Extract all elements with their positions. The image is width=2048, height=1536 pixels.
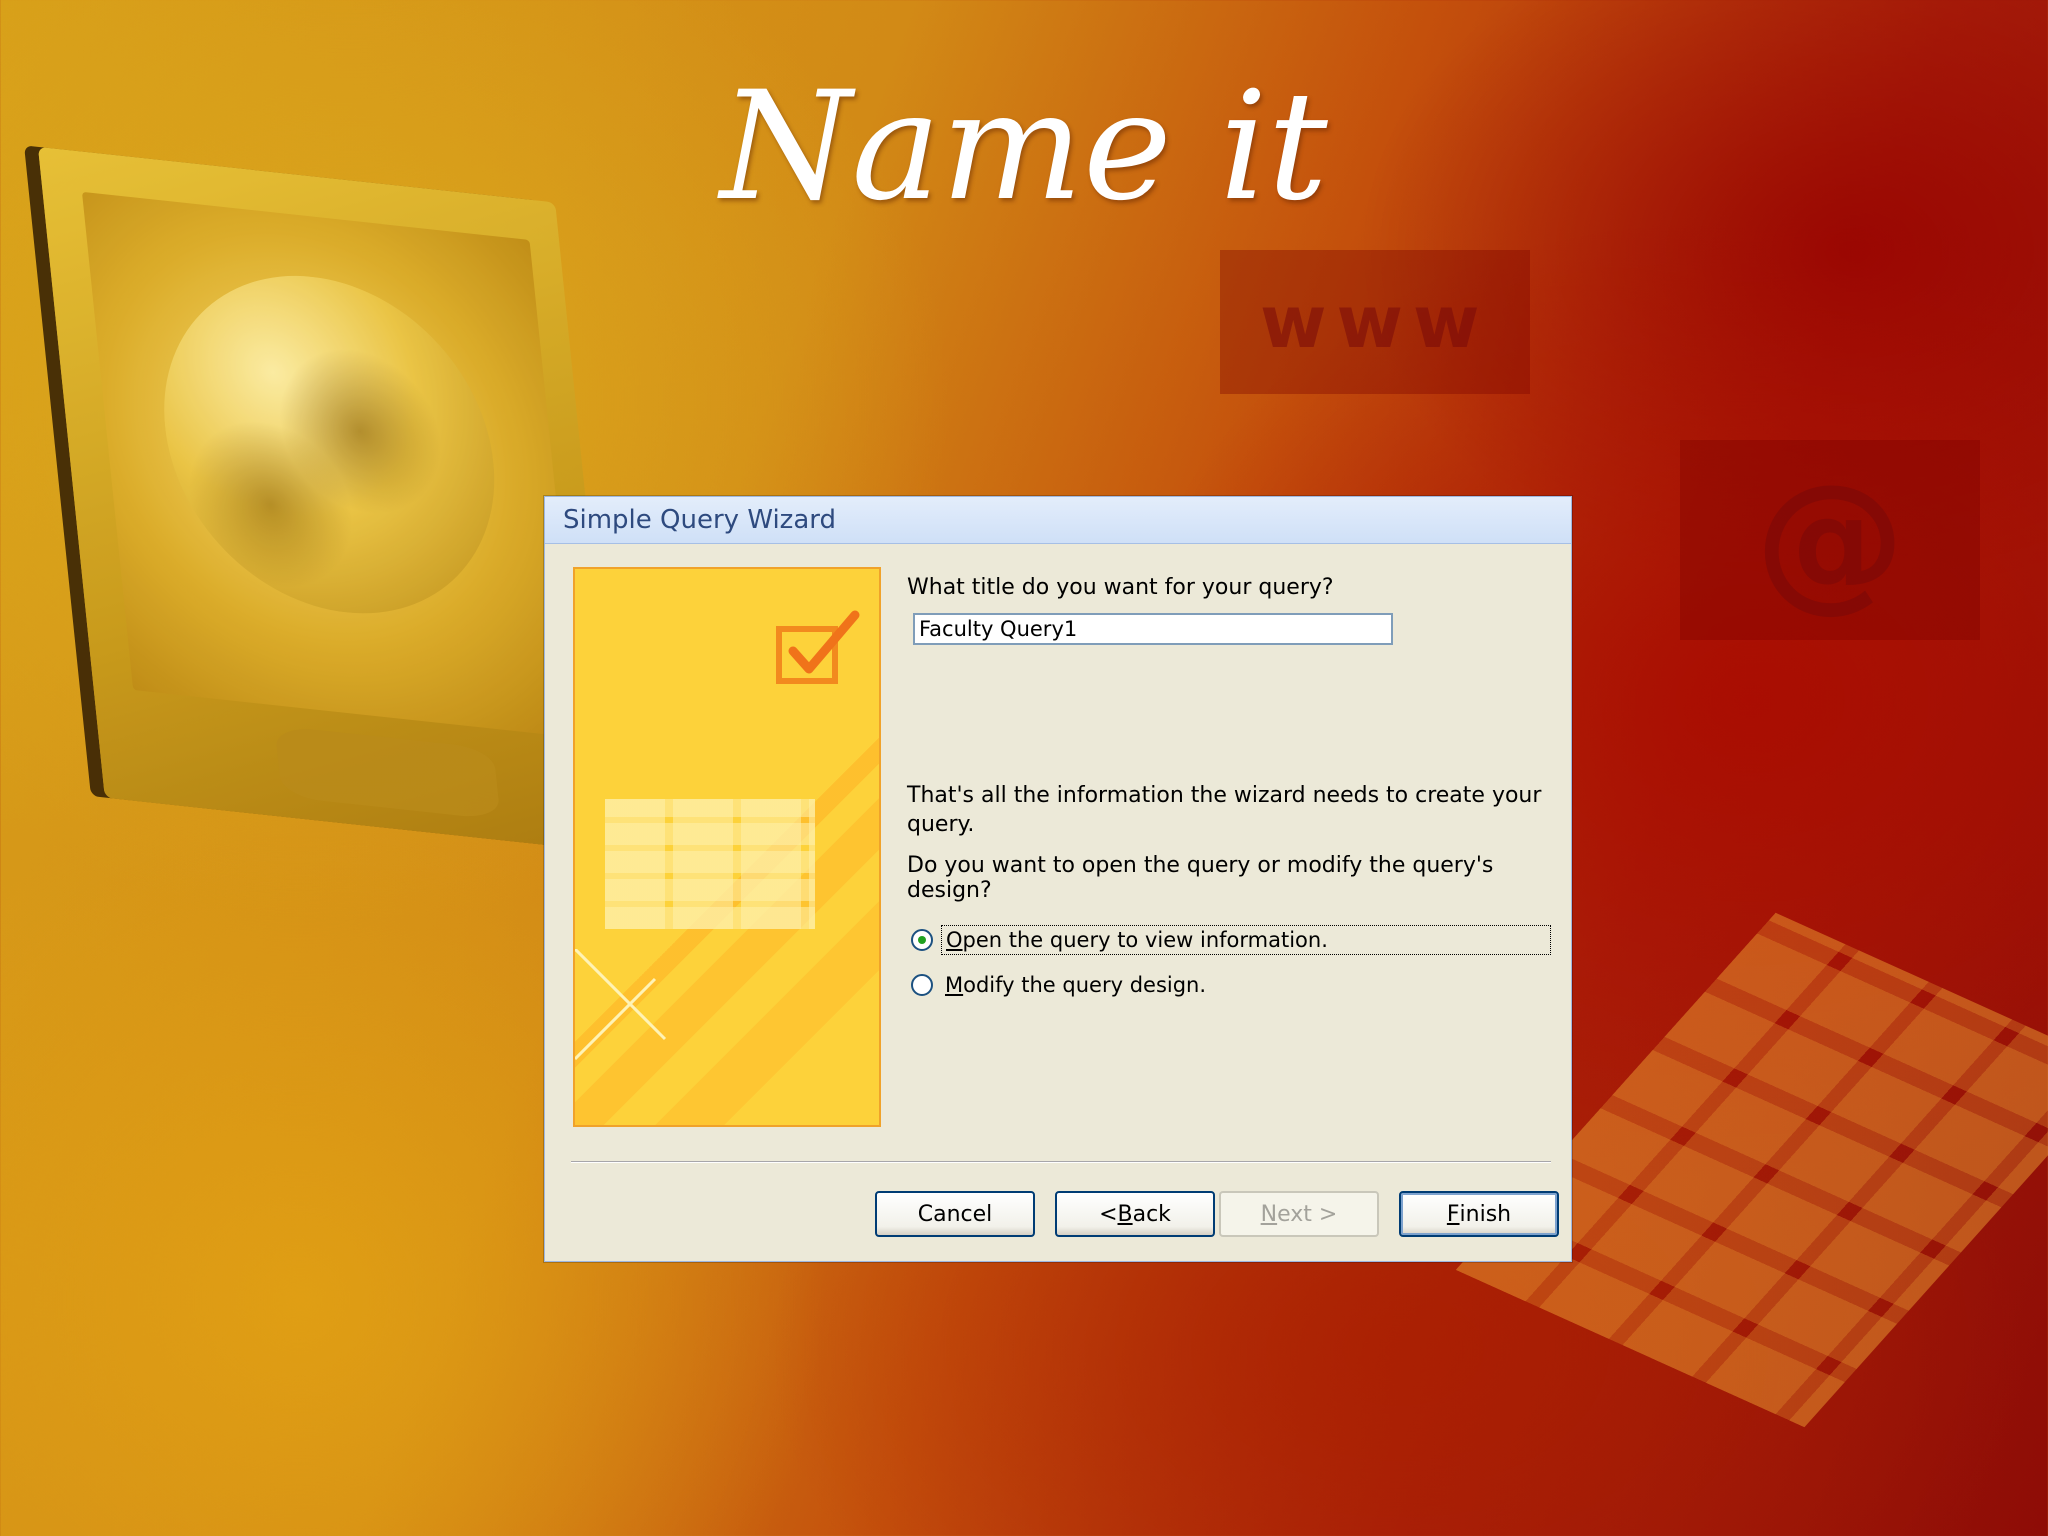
wizard-content: What title do you want for your query? T… xyxy=(907,567,1557,997)
radio-open-query-label[interactable]: Open the query to view information. xyxy=(941,925,1551,955)
info-text: That's all the information the wizard ne… xyxy=(907,783,1542,837)
radio-button-selected[interactable] xyxy=(911,929,933,951)
back-button-rest: ack xyxy=(1132,1201,1171,1227)
next-button-accel: N xyxy=(1260,1201,1278,1227)
slide-title: Name it xyxy=(720,60,1328,234)
design-question: Do you want to open the query or modify … xyxy=(907,853,1494,903)
dialog-titlebar[interactable]: Simple Query Wizard xyxy=(545,497,1571,544)
dialog-title: Simple Query Wizard xyxy=(563,505,836,535)
background-monitor-screen xyxy=(81,191,581,739)
back-button[interactable]: < Back xyxy=(1055,1191,1215,1237)
finish-button[interactable]: Finish xyxy=(1399,1191,1559,1237)
background-monitor xyxy=(37,146,623,854)
cancel-button[interactable]: Cancel xyxy=(875,1191,1035,1237)
background-www-graphic: www xyxy=(1220,250,1530,394)
radio-open-query-text: pen the query to view information. xyxy=(962,928,1328,952)
globe-image xyxy=(147,259,511,631)
radio-modify-design[interactable]: Modify the query design. xyxy=(911,971,1210,999)
background-at-graphic: @ xyxy=(1680,440,1980,640)
accelerator-o: O xyxy=(946,928,963,952)
finish-button-rest: inish xyxy=(1459,1201,1512,1227)
wizard-illustration xyxy=(573,567,881,1127)
accelerator-m: M xyxy=(945,973,964,997)
simple-query-wizard-dialog: Simple Query Wizard What title do you wa… xyxy=(544,496,1572,1262)
background-monitor-stand xyxy=(274,725,501,820)
query-title-input[interactable] xyxy=(913,613,1393,645)
radio-modify-design-text: odify the query design. xyxy=(963,973,1207,997)
radio-button-unselected[interactable] xyxy=(911,974,933,996)
radio-modify-design-label[interactable]: Modify the query design. xyxy=(941,971,1210,999)
next-button-rest: ext > xyxy=(1277,1201,1338,1227)
back-button-accel: B xyxy=(1117,1201,1133,1227)
next-button[interactable]: Next > xyxy=(1219,1191,1379,1237)
checkbox-checked-icon xyxy=(776,610,860,684)
button-separator xyxy=(571,1161,1551,1163)
wizard-illustration-grid xyxy=(605,799,815,929)
radio-selected-dot xyxy=(918,936,926,944)
wizard-illustration-lines xyxy=(575,949,667,1061)
finish-button-accel: F xyxy=(1446,1201,1460,1227)
back-button-prefix: < xyxy=(1099,1201,1118,1227)
radio-open-query[interactable]: Open the query to view information. xyxy=(911,925,1551,955)
query-title-question: What title do you want for your query? xyxy=(907,575,1334,600)
